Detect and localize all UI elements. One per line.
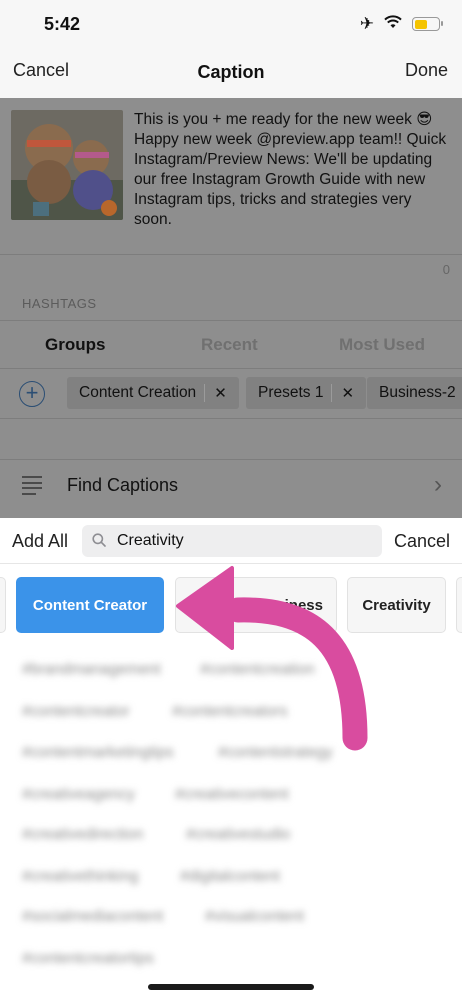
- hashtag-suggestion[interactable]: #creativeagency: [22, 786, 135, 804]
- hashtag-suggestion[interactable]: #creativecontent: [175, 786, 289, 804]
- hashtag-suggestion[interactable]: #contentcreators: [172, 703, 287, 721]
- tab-groups[interactable]: Groups: [45, 335, 105, 355]
- hashtag-suggestion[interactable]: #contentcreator: [22, 703, 130, 721]
- caption-editor: This is you + me ready for the new week …: [0, 98, 462, 518]
- hashtag-suggestion[interactable]: #digitalcontent: [180, 868, 280, 886]
- home-indicator: [148, 984, 314, 990]
- hashtag-search-bar: Add All Creativity Cancel: [0, 518, 462, 564]
- hashtag-suggestion[interactable]: #creativestudio: [186, 826, 290, 844]
- category-pills: Content Creator Business Creativity: [0, 565, 462, 645]
- chip-label: Business-2: [379, 384, 456, 401]
- category-pill-creativity[interactable]: Creativity: [347, 577, 446, 633]
- category-pill-business[interactable]: Business: [175, 577, 337, 633]
- airplane-icon: ✈: [359, 14, 374, 33]
- category-pill[interactable]: [0, 577, 6, 633]
- hashtag-suggestion[interactable]: #contentcreatortips: [22, 950, 154, 968]
- divider: [0, 320, 462, 321]
- chip-label: Presets 1: [258, 384, 324, 401]
- search-icon: [92, 533, 106, 547]
- hashtag-suggestion[interactable]: #visualcontent: [205, 908, 304, 926]
- status-time: 5:42: [44, 14, 81, 34]
- hashtags-section-label: HASHTAGS: [22, 296, 97, 311]
- close-icon[interactable]: ✕: [341, 384, 354, 402]
- chip-label: Content Creation: [79, 384, 197, 401]
- post-thumbnail: [11, 110, 123, 220]
- hashtag-suggestion[interactable]: #brandmanagement: [22, 661, 161, 679]
- find-captions-row[interactable]: Find Captions ›: [0, 460, 462, 514]
- character-count: 0: [442, 262, 450, 277]
- hashtag-suggestion[interactable]: #contentcreation: [200, 661, 315, 679]
- hashtag-suggestion[interactable]: #creativedirection: [22, 826, 143, 844]
- status-icons: ✈: [359, 14, 443, 34]
- battery-icon: [412, 17, 443, 31]
- search-cancel-button[interactable]: Cancel: [394, 531, 450, 552]
- hashtag-suggestion[interactable]: #contentmarketingtips: [22, 744, 174, 762]
- page-title: Caption: [197, 62, 265, 82]
- find-captions-label: Find Captions: [67, 475, 179, 495]
- search-value: Creativity: [117, 532, 184, 549]
- category-pill[interactable]: [456, 577, 462, 633]
- hashtag-group-chip[interactable]: Content Creation ✕: [67, 377, 239, 409]
- hashtag-suggestion[interactable]: #socialmediacontent: [22, 908, 163, 926]
- add-all-button[interactable]: Add All: [12, 531, 68, 552]
- tab-recent[interactable]: Recent: [201, 335, 258, 355]
- done-button[interactable]: Done: [405, 60, 448, 81]
- hashtag-group-chip[interactable]: Business-2: [367, 377, 462, 409]
- close-icon[interactable]: ✕: [214, 384, 227, 402]
- category-pill-content-creator[interactable]: Content Creator: [16, 577, 164, 633]
- tab-most-used[interactable]: Most Used: [339, 335, 425, 355]
- add-group-button[interactable]: +: [19, 381, 45, 407]
- status-bar: 5:42 ✈: [0, 0, 462, 48]
- divider: [0, 418, 462, 419]
- chevron-right-icon: ›: [434, 471, 442, 498]
- divider: [0, 368, 462, 369]
- list-icon: [22, 476, 42, 495]
- nav-bar: Cancel Caption Done: [0, 48, 462, 98]
- hashtag-suggestion[interactable]: #creativethinking: [22, 868, 138, 886]
- caption-text[interactable]: This is you + me ready for the new week …: [134, 110, 452, 230]
- divider: [0, 254, 462, 255]
- category-pill-label: Business: [256, 596, 323, 614]
- hashtag-group-chip[interactable]: Presets 1 ✕: [246, 377, 367, 409]
- hashtag-suggestion[interactable]: #contentstrategy: [218, 744, 333, 762]
- wifi-icon: [384, 14, 402, 34]
- search-input[interactable]: Creativity: [82, 525, 382, 557]
